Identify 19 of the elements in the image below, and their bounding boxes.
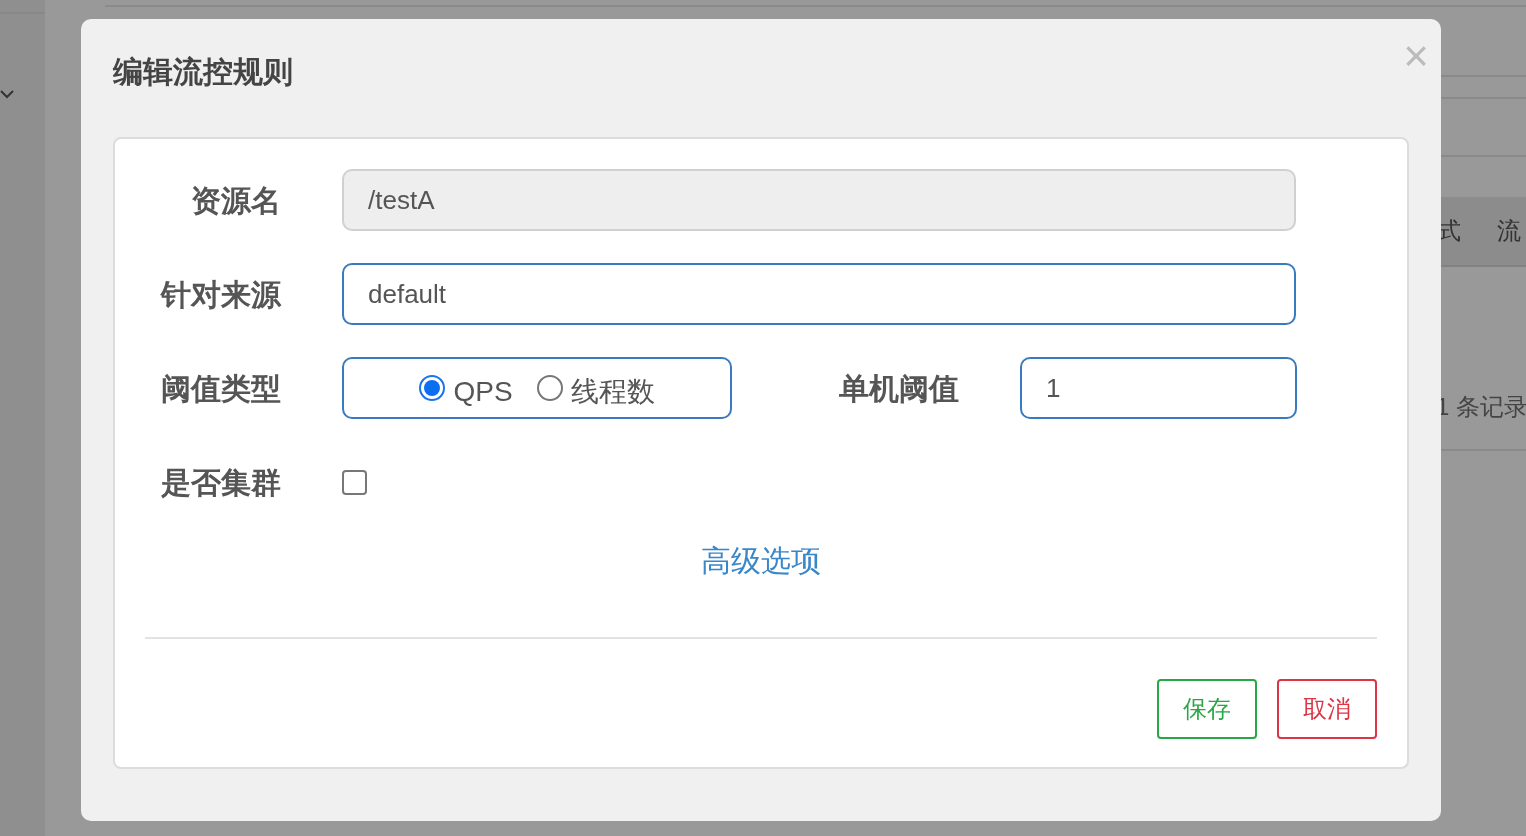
field-label: 阈值类型 — [160, 370, 281, 407]
field-label: 单机阈值 — [838, 370, 959, 407]
dialog-title: 编辑流控规则 — [113, 54, 293, 90]
check-icon — [0, 89, 14, 99]
radio-label: 线程数 — [570, 375, 655, 409]
field-label: 资源名 — [190, 182, 281, 219]
field-label: 针对来源 — [159, 276, 281, 313]
input-field[interactable]: 1 — [1020, 357, 1297, 419]
radio-button[interactable] — [536, 375, 563, 401]
cancel-button[interactable]: 取消 — [1277, 679, 1377, 739]
field-label: 是否集群 — [160, 464, 281, 501]
advanced-options-link[interactable]: 高级选项 — [701, 539, 821, 583]
input-field[interactable]: default — [342, 263, 1296, 325]
radio-button[interactable] — [419, 375, 446, 401]
column-header: 流 — [1497, 216, 1521, 246]
disabled-input-field: /testA — [342, 169, 1296, 231]
save-button[interactable]: 保存 — [1157, 679, 1257, 739]
radio-label: QPS — [453, 375, 513, 409]
checkbox[interactable] — [342, 469, 367, 495]
